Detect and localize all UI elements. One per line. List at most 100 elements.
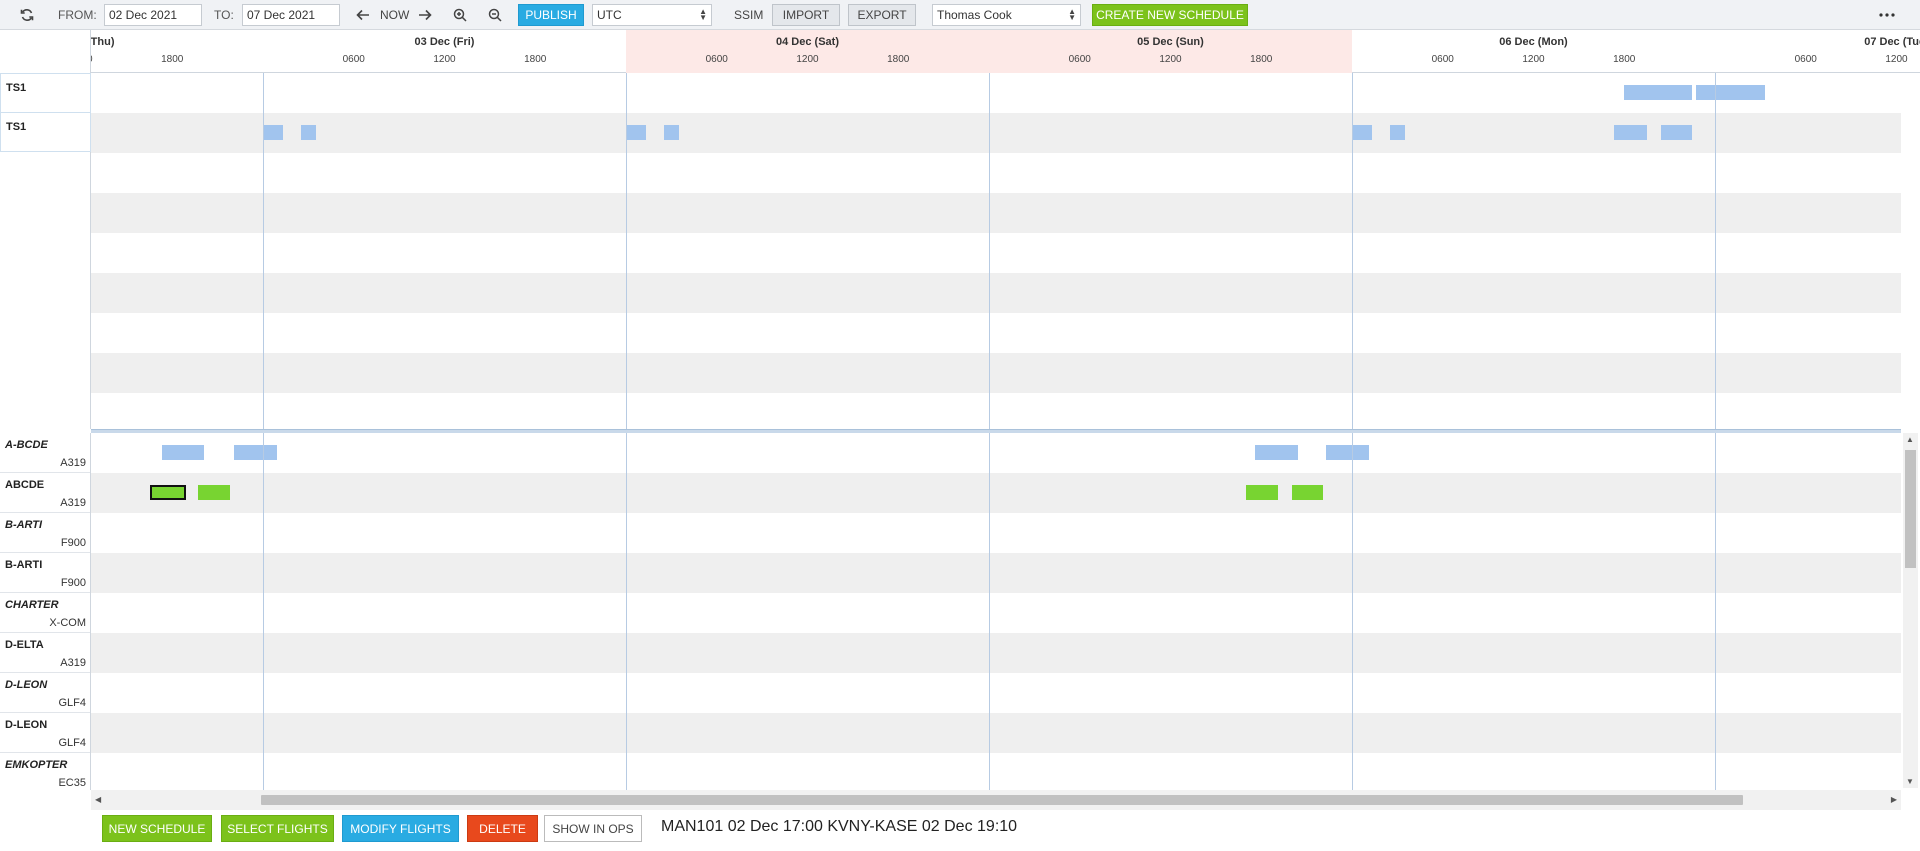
flight-bar[interactable] <box>161 445 204 460</box>
flight-bar[interactable] <box>1326 445 1369 460</box>
aircraft-label[interactable]: A-BCDE A319 <box>0 433 90 473</box>
aircraft-registration: EMKOPTER <box>5 759 68 771</box>
aircraft-label[interactable]: D-ELTA A319 <box>0 633 90 673</box>
day-separator <box>1352 433 1353 790</box>
flight-bar[interactable] <box>300 125 316 140</box>
schedule-label[interactable]: TS1 <box>0 112 91 152</box>
refresh-icon[interactable] <box>18 4 36 26</box>
flight-bar[interactable] <box>149 485 186 500</box>
flight-bar[interactable] <box>1624 85 1693 100</box>
day-label: 06 Dec (Mon) <box>1499 36 1568 48</box>
arrow-left-icon[interactable] <box>354 4 372 26</box>
aircraft-registration: A-BCDE <box>5 439 48 451</box>
modify-flights-button[interactable]: MODIFY FLIGHTS <box>342 815 459 842</box>
hour-label: 1200 <box>796 54 819 65</box>
zoom-out-icon[interactable] <box>486 4 504 26</box>
aircraft-row <box>91 553 1901 593</box>
flight-bar[interactable] <box>1613 125 1647 140</box>
import-button[interactable]: IMPORT <box>772 4 840 26</box>
select-flights-button[interactable]: SELECT FLIGHTS <box>221 815 334 842</box>
scroll-right-icon[interactable]: ▶ <box>1891 795 1897 804</box>
day-separator <box>1352 73 1353 429</box>
publish-button[interactable]: PUBLISH <box>518 4 584 26</box>
delete-button[interactable]: DELETE <box>467 815 538 842</box>
flight-bar[interactable] <box>663 125 679 140</box>
export-button[interactable]: EXPORT <box>848 4 916 26</box>
flight-bar[interactable] <box>1291 485 1324 500</box>
flight-bar[interactable] <box>234 445 277 460</box>
aircraft-label-column: A-BCDE A319 ABCDE A319 B-ARTI F900 B-ARTI F900 C… <box>0 433 91 790</box>
schedule-grid[interactable] <box>91 73 1901 429</box>
show-in-ops-button[interactable]: SHOW IN OPS <box>544 815 642 842</box>
select-arrows-icon: ▲ ▼ <box>699 7 707 22</box>
hour-label: 1800 <box>1613 54 1636 65</box>
create-new-schedule-button[interactable]: CREATE NEW SCHEDULE <box>1092 4 1248 26</box>
aircraft-label[interactable]: EMKOPTER EC35 <box>0 753 90 790</box>
schedule-row <box>91 233 1901 273</box>
header-corner <box>0 30 91 73</box>
scroll-left-icon[interactable]: ◀ <box>95 795 101 804</box>
vertical-scrollbar[interactable]: ▲ ▼ <box>1903 433 1918 788</box>
horizontal-scrollbar[interactable]: ◀ ▶ <box>91 790 1901 810</box>
to-date-input[interactable]: 07 Dec 2021 <box>242 4 340 26</box>
aircraft-row <box>91 433 1901 473</box>
aircraft-grid[interactable] <box>91 433 1901 790</box>
day-separator <box>626 433 627 790</box>
flight-bar[interactable] <box>197 485 230 500</box>
flight-bar[interactable] <box>1246 485 1278 500</box>
schedule-row <box>91 153 1901 193</box>
flight-bar[interactable] <box>1389 125 1405 140</box>
more-icon[interactable] <box>1878 4 1896 26</box>
to-label: TO: <box>214 8 234 22</box>
vertical-scroll-thumb[interactable] <box>1905 450 1916 568</box>
now-button[interactable]: NOW <box>380 4 409 26</box>
flight-bar[interactable] <box>1660 125 1693 140</box>
operator-value: Thomas Cook <box>937 8 1012 22</box>
aircraft-type: GLF4 <box>58 737 86 749</box>
scroll-down-icon[interactable]: ▼ <box>1906 777 1914 786</box>
timeline-header: 02 Dec (Thu)06001200180003 Dec (Fri)0600… <box>0 30 1920 73</box>
ssim-label[interactable]: SSIM <box>734 4 763 26</box>
aircraft-label[interactable]: ABCDE A319 <box>0 473 90 513</box>
arrow-right-icon[interactable] <box>416 4 434 26</box>
hour-label: 1800 <box>1250 54 1273 65</box>
flight-bar[interactable] <box>1696 85 1765 100</box>
scroll-up-icon[interactable]: ▲ <box>1906 435 1914 444</box>
hour-label: 0600 <box>705 54 728 65</box>
day-separator <box>626 73 627 429</box>
operator-select[interactable]: Thomas Cook ▲ ▼ <box>932 4 1081 26</box>
aircraft-label[interactable]: B-ARTI F900 <box>0 553 90 593</box>
aircraft-label[interactable]: CHARTER X-COM <box>0 593 90 633</box>
aircraft-label[interactable]: B-ARTI F900 <box>0 513 90 553</box>
timezone-select[interactable]: UTC ▲ ▼ <box>592 4 712 26</box>
day-label: 05 Dec (Sun) <box>1137 36 1204 48</box>
schedule-row <box>91 313 1901 353</box>
aircraft-label[interactable]: D-LEON GLF4 <box>0 713 90 753</box>
flight-bar[interactable] <box>1352 125 1372 140</box>
from-date-input[interactable]: 02 Dec 2021 <box>104 4 202 26</box>
flight-bar[interactable] <box>263 125 283 140</box>
schedule-label[interactable]: TS1 <box>0 73 91 113</box>
schedule-name: TS1 <box>6 82 27 94</box>
timezone-value: UTC <box>597 8 622 22</box>
day-label: 04 Dec (Sat) <box>776 36 839 48</box>
flight-bar[interactable] <box>1255 445 1298 460</box>
hour-label: 0600 <box>342 54 365 65</box>
schedule-row <box>91 273 1901 313</box>
aircraft-registration: CHARTER <box>5 599 59 611</box>
flight-bar[interactable] <box>626 125 646 140</box>
aircraft-row <box>91 513 1901 553</box>
zoom-in-icon[interactable] <box>451 4 469 26</box>
aircraft-type: A319 <box>60 497 86 509</box>
aircraft-label[interactable]: D-LEON GLF4 <box>0 673 90 713</box>
new-schedule-button[interactable]: NEW SCHEDULE <box>102 815 212 842</box>
toolbar: FROM: 02 Dec 2021 TO: 07 Dec 2021 NOW PU… <box>0 0 1920 30</box>
aircraft-row <box>91 753 1901 790</box>
aircraft-row <box>91 713 1901 753</box>
aircraft-row <box>91 593 1901 633</box>
aircraft-type: F900 <box>60 577 86 589</box>
horizontal-scroll-thumb[interactable] <box>261 795 1743 805</box>
aircraft-registration: D-ELTA <box>5 639 44 651</box>
schedule-row <box>91 393 1901 429</box>
day-separator <box>1715 73 1716 429</box>
